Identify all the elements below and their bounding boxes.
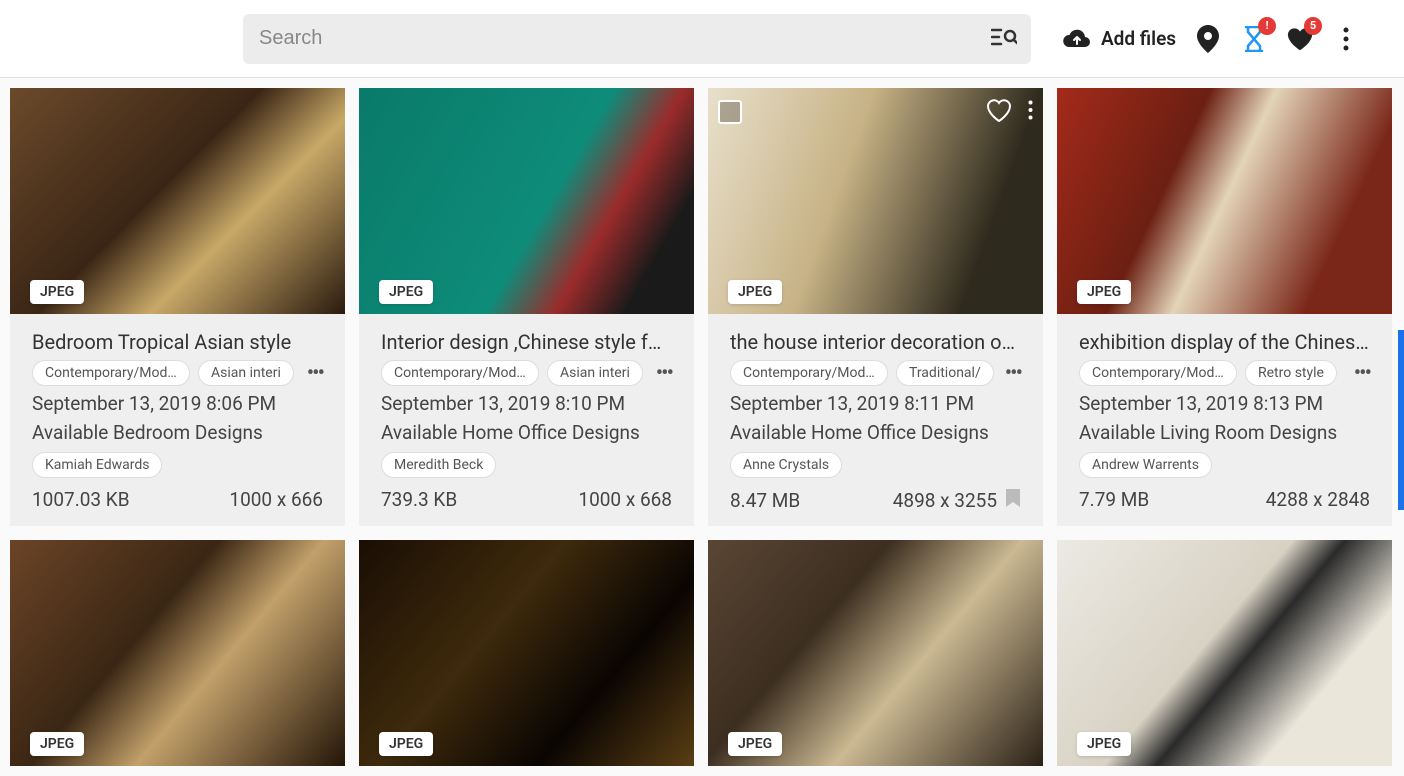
asset-thumbnail[interactable]: JPEG [708, 88, 1043, 314]
asset-title: the house interior decoration of... [730, 330, 1021, 354]
asset-card[interactable]: JPEG [10, 540, 345, 766]
favorites-badge: 5 [1304, 17, 1322, 35]
cloud-upload-icon [1063, 28, 1091, 50]
asset-stats: 8.47 MB 4898 x 3255 [730, 488, 1021, 512]
favorite-icon[interactable] [986, 98, 1012, 126]
asset-thumbnail[interactable]: JPEG [359, 88, 694, 314]
asset-card[interactable]: JPEG exhibition display of the Chines... C… [1057, 88, 1392, 526]
favorites-icon[interactable]: 5 [1286, 25, 1314, 53]
asset-category: Available Home Office Designs [730, 421, 1021, 444]
tag-chip[interactable]: Contemporary/Modern [381, 360, 539, 386]
search-input[interactable] [259, 27, 991, 50]
format-badge: JPEG [1077, 280, 1131, 304]
file-size: 739.3 KB [381, 488, 457, 511]
dimensions: 4288 x 2848 [1266, 488, 1370, 511]
tag-chip[interactable]: Asian interi [547, 360, 643, 386]
tag-chip-row: Contemporary/Modern Asian interi ••• [381, 360, 672, 386]
gallery-grid: JPEG Bedroom Tropical Asian style Contempo… [0, 78, 1404, 776]
asset-meta: exhibition display of the Chines... Conte… [1057, 314, 1392, 525]
hourglass-badge: ! [1258, 17, 1276, 35]
format-badge: JPEG [728, 280, 782, 304]
asset-category: Available Bedroom Designs [32, 421, 323, 444]
asset-date: September 13, 2019 8:06 PM [32, 392, 323, 415]
file-size: 7.79 MB [1079, 488, 1149, 511]
asset-thumbnail[interactable]: JPEG [10, 540, 345, 766]
format-badge: JPEG [30, 732, 84, 756]
asset-card[interactable]: JPEG the house interior decoration of... C… [708, 88, 1043, 526]
asset-card[interactable]: JPEG [708, 540, 1043, 766]
asset-meta: the house interior decoration of... Conte… [708, 314, 1043, 526]
asset-card[interactable]: JPEG [1057, 540, 1392, 766]
author-chip[interactable]: Anne Crystals [730, 452, 842, 478]
asset-date: September 13, 2019 8:13 PM [1079, 392, 1370, 415]
asset-title: Bedroom Tropical Asian style [32, 330, 323, 354]
tag-chip[interactable]: Retro style [1245, 360, 1337, 386]
more-tags-icon[interactable]: ••• [656, 361, 672, 386]
asset-meta: Bedroom Tropical Asian style Contemporary… [10, 314, 345, 525]
tag-chip-row: Contemporary/Modern Traditional/ ••• [730, 360, 1021, 386]
asset-card[interactable]: JPEG [359, 540, 694, 766]
asset-stats: 739.3 KB 1000 x 668 [381, 488, 672, 511]
author-chip[interactable]: Andrew Warrents [1079, 452, 1212, 478]
asset-title: Interior design ,Chinese style fo... [381, 330, 672, 354]
asset-category: Available Living Room Designs [1079, 421, 1370, 444]
format-badge: JPEG [1077, 732, 1131, 756]
file-size: 8.47 MB [730, 489, 800, 512]
scroll-indicator[interactable] [1398, 330, 1404, 510]
format-badge: JPEG [379, 732, 433, 756]
more-tags-icon[interactable]: ••• [1005, 361, 1021, 386]
card-more-icon[interactable] [1028, 100, 1033, 124]
tag-chip[interactable]: Contemporary/Modern [1079, 360, 1237, 386]
tag-chip[interactable]: Contemporary/Modern [32, 360, 190, 386]
tag-chip[interactable]: Traditional/ [896, 360, 994, 386]
asset-thumbnail[interactable]: JPEG [1057, 88, 1392, 314]
asset-thumbnail[interactable]: JPEG [708, 540, 1043, 766]
file-size: 1007.03 KB [32, 488, 130, 511]
tag-chip[interactable]: Contemporary/Modern [730, 360, 888, 386]
thumbnail-actions [986, 98, 1033, 126]
asset-category: Available Home Office Designs [381, 421, 672, 444]
tag-chip[interactable]: Asian interi [198, 360, 294, 386]
format-badge: JPEG [379, 280, 433, 304]
add-files-button[interactable]: Add files [1063, 27, 1176, 50]
asset-stats: 1007.03 KB 1000 x 666 [32, 488, 323, 511]
more-tags-icon[interactable]: ••• [307, 361, 323, 386]
author-chip[interactable]: Meredith Beck [381, 452, 496, 478]
format-badge: JPEG [728, 732, 782, 756]
more-menu-icon[interactable] [1332, 25, 1360, 53]
bookmark-icon[interactable] [1005, 488, 1021, 512]
asset-date: September 13, 2019 8:10 PM [381, 392, 672, 415]
asset-thumbnail[interactable]: JPEG [10, 88, 345, 314]
author-chip[interactable]: Kamiah Edwards [32, 452, 162, 478]
thumbnail-overlay [718, 98, 1033, 126]
more-tags-icon[interactable]: ••• [1354, 361, 1370, 386]
header: Add files ! 5 [0, 0, 1404, 78]
dimensions: 1000 x 666 [229, 488, 323, 511]
asset-date: September 13, 2019 8:11 PM [730, 392, 1021, 415]
dimensions: 1000 x 668 [578, 488, 672, 511]
asset-card[interactable]: JPEG Interior design ,Chinese style fo...… [359, 88, 694, 526]
format-badge: JPEG [30, 280, 84, 304]
asset-meta: Interior design ,Chinese style fo... Cont… [359, 314, 694, 525]
tag-chip-row: Contemporary/Modern Retro style ••• [1079, 360, 1370, 386]
asset-thumbnail[interactable]: JPEG [1057, 540, 1392, 766]
asset-thumbnail[interactable]: JPEG [359, 540, 694, 766]
asset-stats: 7.79 MB 4288 x 2848 [1079, 488, 1370, 511]
location-icon[interactable] [1194, 25, 1222, 53]
tag-chip-row: Contemporary/Modern Asian interi ••• [32, 360, 323, 386]
hourglass-icon[interactable]: ! [1240, 25, 1268, 53]
asset-card[interactable]: JPEG Bedroom Tropical Asian style Contempo… [10, 88, 345, 526]
select-checkbox[interactable] [718, 100, 742, 124]
add-files-label: Add files [1101, 27, 1176, 50]
asset-title: exhibition display of the Chines... [1079, 330, 1370, 354]
dimensions: 4898 x 3255 [893, 489, 997, 512]
search-filter-icon[interactable] [991, 27, 1015, 51]
search-box[interactable] [243, 14, 1031, 64]
